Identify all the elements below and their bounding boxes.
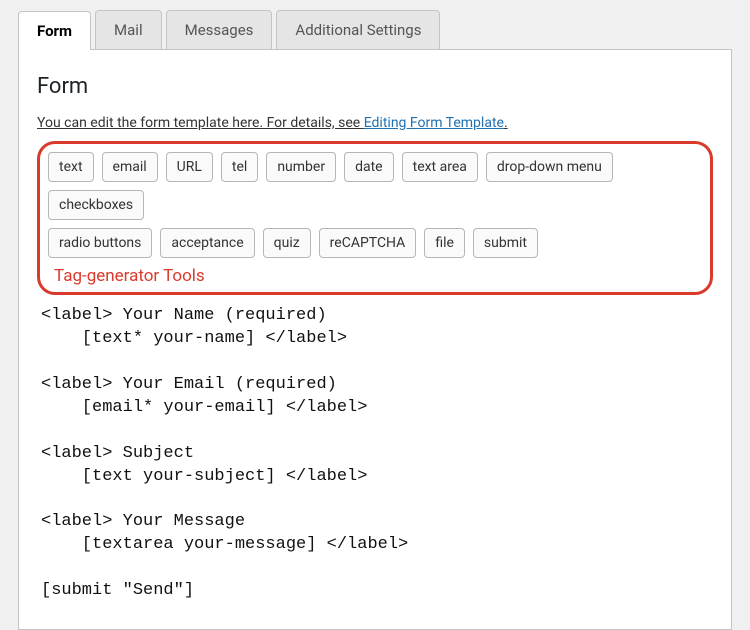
tag-button-radio-buttons[interactable]: radio buttons: [48, 228, 152, 258]
tab-messages[interactable]: Messages: [166, 10, 273, 49]
tag-button-submit[interactable]: submit: [473, 228, 538, 258]
tag-button-text[interactable]: text: [48, 152, 94, 182]
tag-generator-annotation-box: text email URL tel number date text area…: [37, 141, 713, 295]
tab-bar: Form Mail Messages Additional Settings: [18, 10, 732, 49]
tag-button-text-area[interactable]: text area: [402, 152, 478, 182]
tag-button-quiz[interactable]: quiz: [263, 228, 311, 258]
tag-button-checkboxes[interactable]: checkboxes: [48, 190, 144, 220]
panel-hint: You can edit the form template here. For…: [37, 115, 713, 131]
tag-button-number[interactable]: number: [266, 152, 336, 182]
tag-button-tel[interactable]: tel: [221, 152, 258, 182]
tab-additional-settings[interactable]: Additional Settings: [276, 10, 440, 49]
tag-button-email[interactable]: email: [102, 152, 158, 182]
editing-form-template-link[interactable]: Editing Form Template: [364, 115, 504, 131]
tag-button-recaptcha[interactable]: reCAPTCHA: [319, 228, 417, 258]
panel-title: Form: [37, 74, 713, 99]
hint-prefix: You can edit the form template here. For…: [37, 115, 364, 131]
form-panel: Form You can edit the form template here…: [18, 49, 732, 630]
tab-mail[interactable]: Mail: [95, 10, 162, 49]
tab-form[interactable]: Form: [18, 11, 91, 50]
form-template-textarea[interactable]: <label> Your Name (required) [text* your…: [37, 297, 713, 623]
tag-generator-row-2: radio buttons acceptance quiz reCAPTCHA …: [48, 228, 702, 286]
tag-button-acceptance[interactable]: acceptance: [160, 228, 254, 258]
tag-button-date[interactable]: date: [344, 152, 394, 182]
tag-button-drop-down-menu[interactable]: drop-down menu: [486, 152, 613, 182]
tag-generator-annotation-label: Tag-generator Tools: [48, 266, 205, 286]
tag-button-file[interactable]: file: [424, 228, 465, 258]
tag-button-url[interactable]: URL: [166, 152, 213, 182]
hint-suffix: .: [504, 115, 508, 131]
tag-generator-row-1: text email URL tel number date text area…: [48, 152, 702, 220]
